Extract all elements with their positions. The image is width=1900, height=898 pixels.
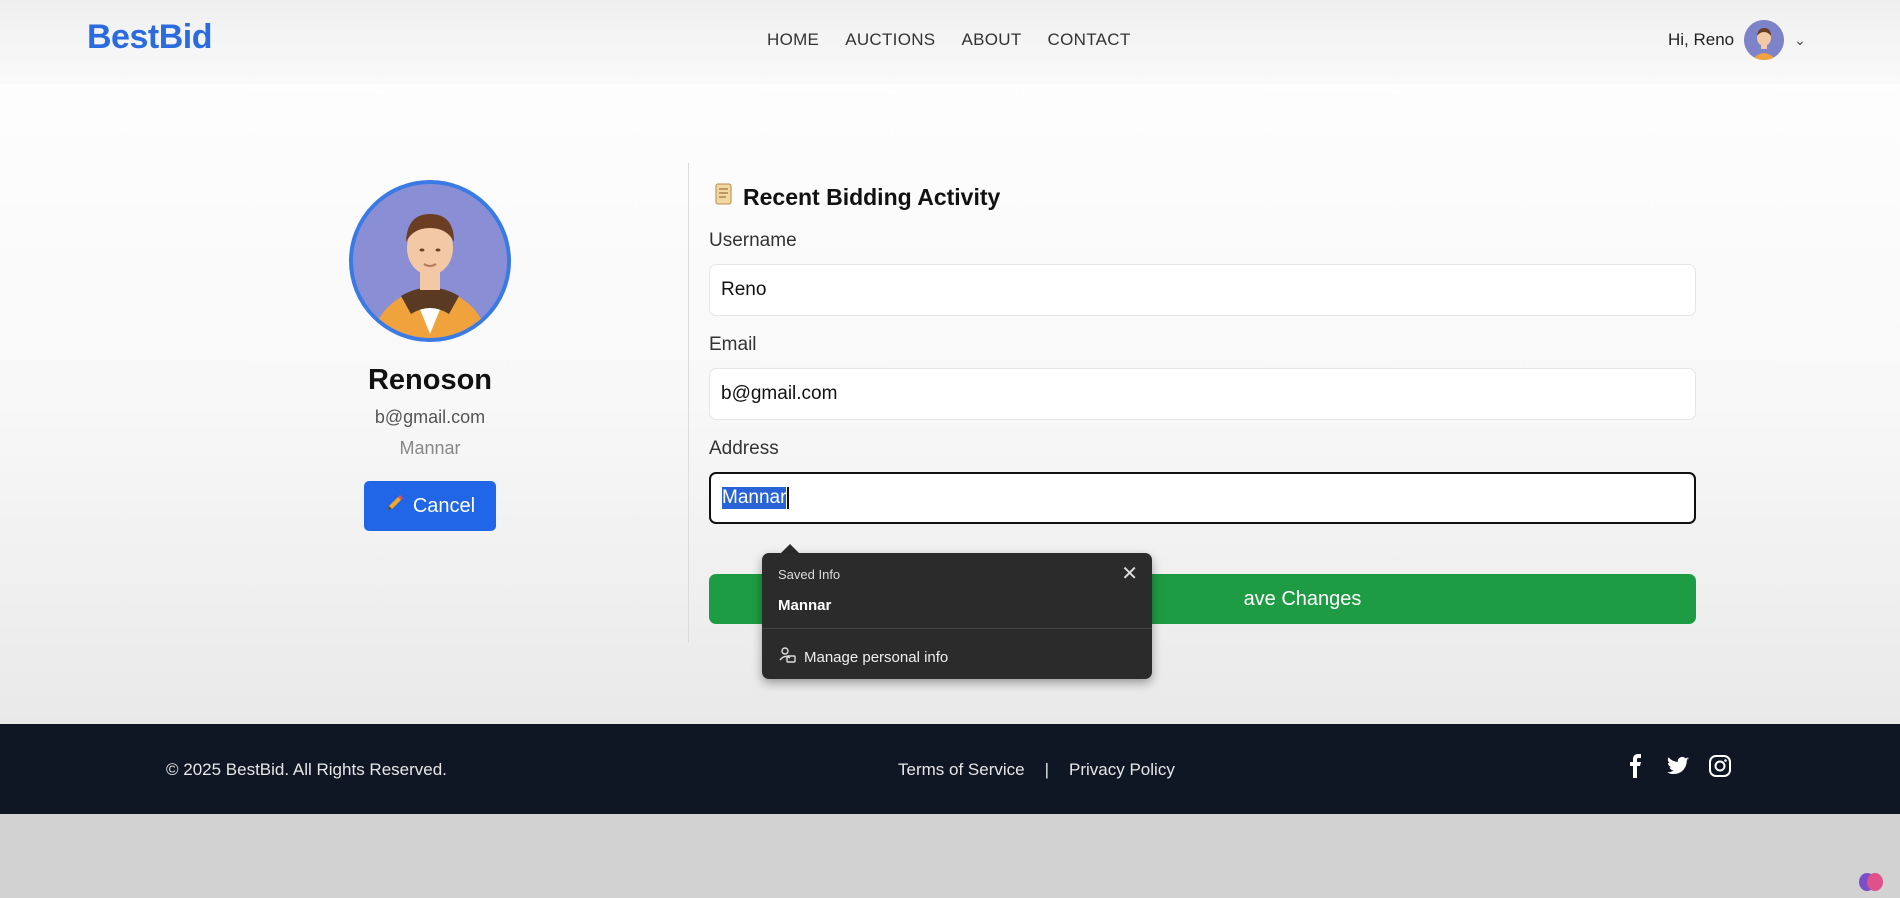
- brand-logo[interactable]: BestBid: [87, 18, 212, 57]
- profile-address: Mannar: [399, 438, 461, 458]
- autofill-popup: Saved Info ✕ Mannar Manage personal info: [762, 553, 1152, 679]
- popup-divider: [762, 628, 1152, 629]
- footer-separator: |: [1044, 760, 1050, 779]
- popup-header: Saved Info: [778, 567, 841, 582]
- nav-auctions[interactable]: AUCTIONS: [845, 30, 935, 50]
- social-links: [1624, 754, 1732, 778]
- scroll-icon: [713, 182, 735, 212]
- close-icon[interactable]: ✕: [1121, 561, 1138, 586]
- profile-card: Renoson b@gmail.com Mannar Cancel: [330, 180, 530, 531]
- nav-contact[interactable]: CONTACT: [1048, 30, 1131, 50]
- username-label: Username: [709, 230, 797, 251]
- manage-personal-info[interactable]: Manage personal info: [778, 646, 948, 668]
- column-divider: [688, 163, 689, 643]
- profile-name: Renoson: [367, 364, 493, 396]
- username-input[interactable]: Reno: [709, 264, 1696, 316]
- nav-links: HOME AUCTIONS ABOUT CONTACT: [767, 30, 1131, 50]
- twitter-icon[interactable]: [1666, 754, 1690, 778]
- address-value: Mannar: [722, 487, 787, 509]
- person-card-icon: [778, 646, 796, 668]
- user-avatar[interactable]: [1744, 20, 1785, 60]
- terms-link[interactable]: Terms of Service: [898, 760, 1025, 780]
- user-greeting: Hi, Reno: [1668, 30, 1735, 49]
- email-value: b@gmail.com: [721, 383, 838, 404]
- brain-logo-icon: [1858, 871, 1884, 893]
- profile-email: b@gmail.com: [374, 407, 486, 427]
- profile-avatar: [349, 180, 511, 342]
- username-value: Reno: [721, 279, 767, 300]
- footer-links: Terms of Service | Privacy Policy: [898, 760, 1175, 780]
- chevron-down-icon[interactable]: ⌄: [1794, 32, 1806, 49]
- navbar: BestBid HOME AUCTIONS ABOUT CONTACT Hi, …: [0, 0, 1900, 84]
- copyright: © 2025 BestBid. All Rights Reserved.: [166, 760, 447, 779]
- privacy-link[interactable]: Privacy Policy: [1069, 760, 1175, 780]
- facebook-icon[interactable]: [1624, 754, 1648, 778]
- instagram-icon[interactable]: [1708, 754, 1732, 778]
- section-title-text: Recent Bidding Activity: [743, 183, 1001, 210]
- nav-home[interactable]: HOME: [767, 30, 819, 50]
- text-caret: [787, 487, 790, 509]
- email-label: Email: [709, 334, 757, 355]
- footer: © 2025 BestBid. All Rights Reserved. Ter…: [0, 724, 1900, 814]
- pencil-icon: [385, 493, 405, 519]
- section-title: Recent Bidding Activity: [713, 182, 1696, 212]
- manage-label: Manage personal info: [804, 648, 949, 666]
- autofill-suggestion[interactable]: Mannar: [778, 597, 831, 614]
- address-label: Address: [709, 438, 779, 459]
- cancel-button[interactable]: Cancel: [364, 481, 496, 531]
- edit-profile-form: Recent Bidding Activity Username Reno Em…: [709, 182, 1696, 524]
- user-menu[interactable]: Hi, Reno ⌄: [1668, 20, 1806, 60]
- email-input[interactable]: b@gmail.com: [709, 368, 1696, 420]
- address-input[interactable]: Mannar: [709, 472, 1696, 524]
- save-label: ave Changes: [1243, 587, 1362, 610]
- cancel-label: Cancel: [412, 494, 476, 517]
- nav-about[interactable]: ABOUT: [961, 30, 1021, 50]
